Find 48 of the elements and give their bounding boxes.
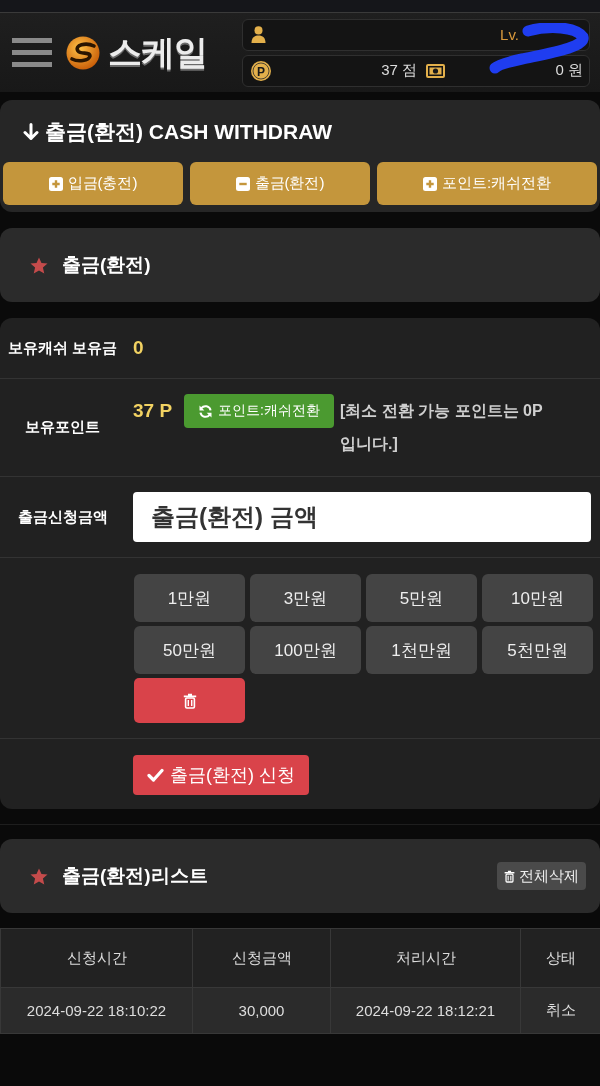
table-cell: 30,000 <box>192 987 331 1034</box>
refresh-icon <box>198 403 214 419</box>
amount-button[interactable]: 5만원 <box>366 574 477 622</box>
minus-square-icon <box>235 176 250 191</box>
conversion-note: [최소 전환 가능 포인트는 0P 입니다.] <box>340 401 544 454</box>
amount-button[interactable]: 50만원 <box>134 626 245 674</box>
submit-button[interactable]: 출금(환전) 신청 <box>133 755 309 795</box>
table-header-cell: 신청금액 <box>192 928 331 988</box>
logo-icon <box>66 35 100 70</box>
cash-balance-value: 0 <box>133 337 144 359</box>
cash-text: 0 원 <box>555 61 583 80</box>
logo-text[interactable]: 스케일 <box>108 29 207 76</box>
delete-all-button[interactable]: 전체삭제 <box>497 862 586 890</box>
section-title: 출금(환전) <box>62 253 151 277</box>
table-cell: 2024-09-22 18:10:22 <box>0 987 193 1034</box>
star-icon <box>30 256 48 274</box>
field-label: 보유포인트 <box>24 417 101 437</box>
plus-square-icon <box>48 176 63 191</box>
menu-icon[interactable] <box>12 38 52 67</box>
table-header-cell: 신청시간 <box>0 928 193 988</box>
amount-button[interactable]: 1만원 <box>134 574 245 622</box>
user-icon <box>251 26 266 43</box>
amount-button[interactable]: 100만원 <box>250 626 361 674</box>
trash-icon <box>182 692 197 709</box>
point-coin-icon: P <box>251 60 271 81</box>
points-text: 37 점 <box>381 61 417 80</box>
points-balance-value: 37 P <box>133 399 173 423</box>
star-icon <box>30 867 48 885</box>
field-label: 보유캐쉬 보유금 <box>6 337 119 358</box>
amount-input[interactable]: 출금(환전) 금액 <box>133 492 591 542</box>
section-title: 출금(환전)리스트 <box>62 864 208 888</box>
check-icon <box>147 768 164 782</box>
table-cell: 2024-09-22 18:12:21 <box>330 987 521 1034</box>
convert-points-button[interactable]: 포인트:캐쉬전환 <box>184 394 334 428</box>
amount-button[interactable]: 3만원 <box>250 574 361 622</box>
table-header-cell: 상태 <box>520 928 600 988</box>
amount-button[interactable]: 1천만원 <box>366 626 477 674</box>
banknote-icon <box>426 63 445 78</box>
arrow-down-icon <box>23 123 39 141</box>
plus-square-icon <box>422 176 437 191</box>
table-cell: 취소 <box>520 987 600 1034</box>
amount-button[interactable]: 10만원 <box>482 574 593 622</box>
field-label: 출금신청금액 <box>16 506 109 527</box>
trash-icon <box>504 869 515 883</box>
user-level-text: Lv. <box>500 26 519 43</box>
table-header-cell: 처리시간 <box>330 928 521 988</box>
amount-button[interactable]: 5천만원 <box>482 626 593 674</box>
panel-title: 출금(환전) CASH WITHDRAW <box>45 119 332 145</box>
